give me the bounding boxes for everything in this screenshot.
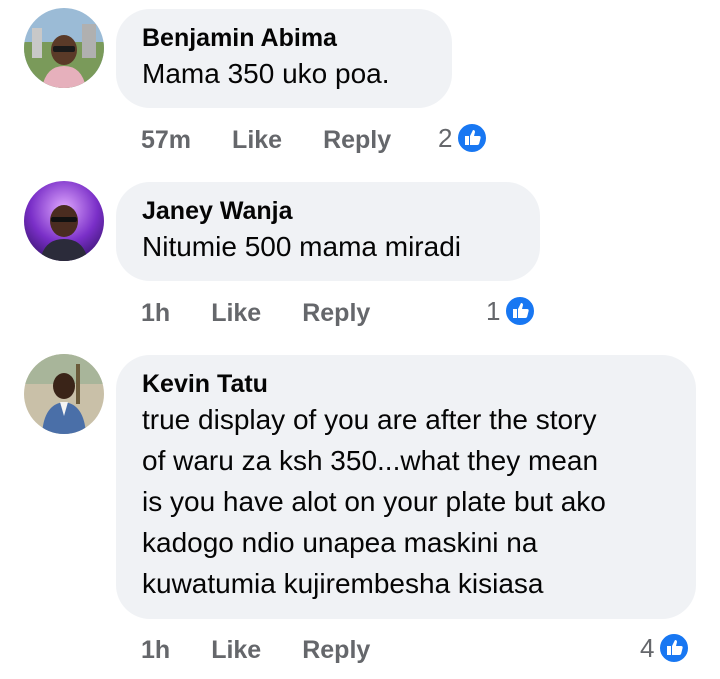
- comment-author[interactable]: Kevin Tatu: [142, 369, 676, 399]
- thumbs-up-icon: [504, 295, 537, 327]
- reaction-count: 2: [438, 122, 453, 153]
- avatar[interactable]: [24, 354, 104, 434]
- avatar-photo: [24, 8, 104, 88]
- like-button[interactable]: Like: [211, 299, 261, 328]
- comment-text: Mama 350 uko poa.: [142, 58, 390, 89]
- comment-text-line: kadogo ndio unapea maskini na: [142, 527, 538, 558]
- thumbs-up-icon: [658, 632, 691, 664]
- comment-author[interactable]: Janey Wanja: [142, 196, 514, 226]
- comment-actions: 1h Like Reply: [141, 630, 370, 670]
- comment-timestamp[interactable]: 57m: [141, 126, 191, 155]
- reply-button[interactable]: Reply: [323, 126, 391, 155]
- comment-timestamp[interactable]: 1h: [141, 636, 170, 665]
- comment-text-line: true display of you are after the story: [142, 404, 597, 435]
- avatar-photo: [24, 181, 104, 261]
- comment-actions: 57m Like Reply: [141, 120, 391, 160]
- reaction-summary[interactable]: 2: [438, 120, 489, 156]
- reaction-summary[interactable]: 4: [640, 630, 691, 666]
- avatar-photo: [24, 354, 104, 434]
- comment-bubble: Janey Wanja Nitumie 500 mama miradi: [116, 182, 540, 281]
- like-button[interactable]: Like: [211, 636, 261, 665]
- comment-author[interactable]: Benjamin Abima: [142, 23, 426, 53]
- comment-actions: 1h Like Reply: [141, 293, 370, 333]
- avatar[interactable]: [24, 181, 104, 261]
- comment-text: Nitumie 500 mama miradi: [142, 231, 461, 262]
- reaction-count: 4: [640, 632, 655, 663]
- comment-text-line: of waru za ksh 350...what they mean: [142, 445, 599, 476]
- comment-text-line: kuwatumia kujirembesha kisiasa: [142, 568, 544, 599]
- avatar[interactable]: [24, 8, 104, 88]
- reply-button[interactable]: Reply: [302, 299, 370, 328]
- comment-text-line: is you have alot on your plate but ako: [142, 486, 606, 517]
- reaction-count: 1: [486, 295, 501, 326]
- comment-bubble: Kevin Tatu true display of you are after…: [116, 355, 696, 619]
- reply-button[interactable]: Reply: [302, 636, 370, 665]
- reaction-summary[interactable]: 1: [486, 293, 537, 329]
- comment-bubble: Benjamin Abima Mama 350 uko poa.: [116, 9, 452, 108]
- comment-timestamp[interactable]: 1h: [141, 299, 170, 328]
- thumbs-up-icon: [456, 122, 489, 154]
- like-button[interactable]: Like: [232, 126, 282, 155]
